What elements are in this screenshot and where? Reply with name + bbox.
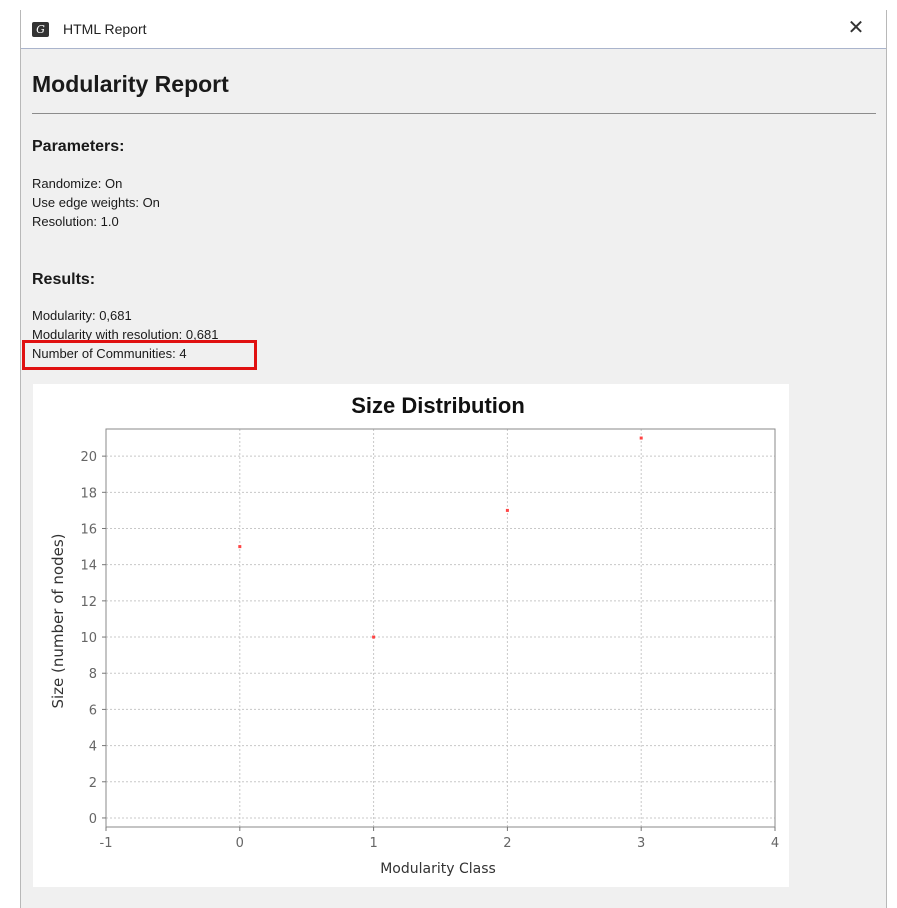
y-tick-label: 4 (89, 740, 97, 755)
x-tick-label: 2 (503, 836, 511, 851)
y-tick-label: 18 (80, 486, 97, 501)
y-tick-label: 2 (89, 776, 97, 791)
report-content: Modularity Report Parameters: Randomize:… (21, 49, 886, 908)
x-tick-label: 4 (771, 836, 779, 851)
result-modularity: Modularity: 0,681 (32, 308, 132, 323)
report-window: G HTML Report ✕ Modularity Report Parame… (20, 10, 887, 908)
communities-highlight-box (22, 340, 257, 370)
x-tick-label: -1 (100, 836, 113, 851)
size-distribution-chart: Size Distribution 0 2 4 6 8 10 12 14 16 18 20 -1 0 1 2… (33, 384, 789, 887)
results-heading: Results: (32, 271, 96, 288)
close-button[interactable]: ✕ (844, 16, 868, 40)
x-tick-label: 1 (369, 836, 377, 851)
y-tick-label: 16 (80, 523, 97, 538)
y-tick-label: 20 (80, 450, 97, 465)
x-tick-label: 3 (637, 836, 645, 851)
chart-ticks: 02468101214161820-1 0 1 2 3 4 (80, 450, 779, 851)
chart-title: Size Distribution (351, 393, 525, 418)
gephi-app-icon: G (32, 22, 49, 37)
title-divider (32, 113, 876, 114)
param-edge-weights: Use edge weights: On (32, 195, 160, 210)
y-tick-label: 14 (80, 559, 97, 574)
chart-svg: Size Distribution 02468101214161820-1 0 1 2… (49, 393, 779, 877)
y-tick-label: 8 (89, 667, 97, 682)
chart-points (238, 436, 643, 639)
title-bar[interactable]: G HTML Report ✕ (21, 10, 886, 49)
y-axis-label: Size (number of nodes) (49, 533, 67, 708)
window-title: HTML Report (63, 21, 147, 37)
x-tick-label: 0 (236, 836, 244, 851)
y-tick-label: 10 (80, 631, 97, 646)
plot-area (105, 428, 776, 828)
param-resolution: Resolution: 1.0 (32, 214, 119, 229)
data-point (238, 545, 242, 549)
y-tick-label: 6 (89, 703, 97, 718)
y-tick-label: 0 (89, 812, 97, 827)
chart-grid (105, 429, 776, 827)
y-tick-label: 12 (80, 595, 97, 610)
data-point (505, 508, 509, 512)
data-point (639, 436, 643, 440)
x-axis-label: Modularity Class (380, 861, 496, 877)
report-title: Modularity Report (32, 71, 229, 97)
parameters-heading: Parameters: (32, 138, 125, 155)
param-randomize: Randomize: On (32, 176, 123, 191)
data-point (372, 635, 376, 639)
